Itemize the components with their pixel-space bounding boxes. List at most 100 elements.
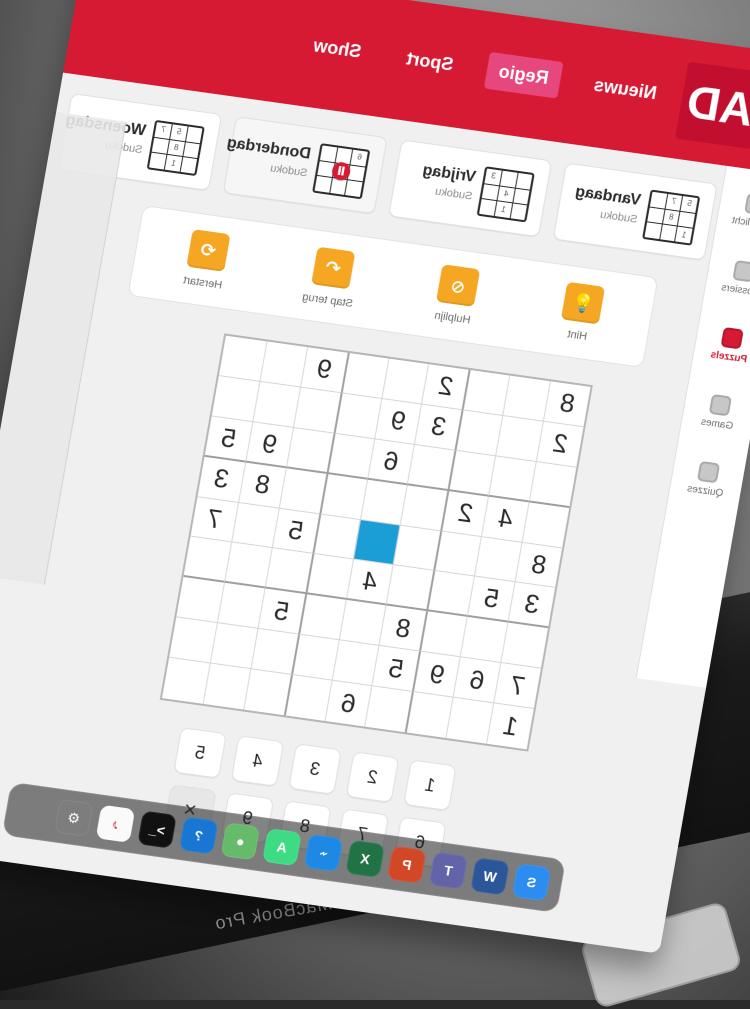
sudoku-cell[interactable]: 7 <box>190 497 238 543</box>
day-card[interactable]: 5 7 8 1 Vandaag Sudoku <box>553 163 718 261</box>
sudoku-cell[interactable]: 9 <box>300 347 348 393</box>
sudoku-cell[interactable] <box>495 416 543 462</box>
sudoku-cell[interactable] <box>419 611 467 657</box>
sudoku-cell[interactable] <box>500 623 548 669</box>
terminal-icon[interactable]: >_ <box>137 810 177 848</box>
sudoku-cell[interactable]: 5 <box>205 416 253 462</box>
sudoku-cell[interactable] <box>259 341 307 387</box>
tool-undo[interactable]: ↶ Stap terug <box>284 243 379 312</box>
sudoku-cell[interactable]: 8 <box>238 462 286 508</box>
sudoku-cell[interactable] <box>210 623 258 669</box>
sudoku-cell[interactable] <box>381 358 429 404</box>
sudoku-cell[interactable] <box>284 675 332 721</box>
xcode-icon[interactable]: ⌁ <box>304 834 344 872</box>
rail-item[interactable]: Games <box>688 386 748 452</box>
sudoku-cell[interactable]: 5 <box>257 589 305 635</box>
sudoku-cell[interactable]: 8 <box>379 606 427 652</box>
sudoku-cell[interactable] <box>183 537 231 583</box>
pad-button[interactable]: 1 <box>403 759 457 811</box>
powerpoint-icon[interactable]: P <box>387 846 427 884</box>
android-icon[interactable]: A <box>262 828 302 866</box>
sudoku-cell[interactable]: 3 <box>507 583 555 629</box>
tool-restart[interactable]: ⟲ Herstart <box>159 226 254 295</box>
sudoku-cell[interactable] <box>407 445 455 491</box>
sudoku-cell[interactable]: 5 <box>372 646 420 692</box>
tool-hint[interactable]: 💡 Hint <box>534 278 629 347</box>
sudoku-cell[interactable]: 9 <box>374 399 422 445</box>
sudoku-cell[interactable] <box>352 520 400 566</box>
sudoku-cell[interactable] <box>293 387 341 433</box>
sudoku-cell[interactable] <box>448 450 496 496</box>
sudoku-cell[interactable] <box>393 525 441 571</box>
rail-item[interactable]: Uitgelicht <box>723 185 750 251</box>
sudoku-cell[interactable] <box>474 537 522 583</box>
sudoku-cell[interactable]: 3 <box>414 404 462 450</box>
sudoku-cell[interactable]: 5 <box>271 508 319 554</box>
sudoku-cell[interactable] <box>305 554 353 600</box>
sudoku-cell[interactable]: 9 <box>245 422 293 468</box>
sudoku-cell[interactable] <box>434 531 482 577</box>
sudoku-cell[interactable]: 4 <box>481 496 529 542</box>
settings-icon[interactable]: ⚙ <box>54 799 94 837</box>
sudoku-cell[interactable] <box>488 456 536 502</box>
pad-button[interactable]: 3 <box>288 743 342 795</box>
sudoku-cell[interactable] <box>279 468 327 514</box>
sudoku-cell[interactable]: 8 <box>543 381 591 427</box>
rail-item[interactable]: Puzzels <box>700 319 750 385</box>
sudoku-cell[interactable]: 8 <box>515 542 563 588</box>
sudoku-cell[interactable] <box>219 336 267 382</box>
sudoku-cell[interactable] <box>426 571 474 617</box>
sudoku-cell[interactable]: 9 <box>412 652 460 698</box>
sudoku-cell[interactable] <box>243 669 291 715</box>
sudoku-cell[interactable] <box>462 370 510 416</box>
sudoku-cell[interactable] <box>176 577 224 623</box>
sudoku-cell[interactable] <box>312 514 360 560</box>
rail-item[interactable]: Quizzes <box>676 453 736 519</box>
sudoku-cell[interactable] <box>169 618 217 664</box>
sudoku-cell[interactable] <box>460 617 508 663</box>
sudoku-cell[interactable] <box>264 548 312 594</box>
pad-button[interactable]: 5 <box>173 727 227 779</box>
sudoku-cell[interactable] <box>162 658 210 704</box>
sudoku-cell[interactable] <box>291 635 339 681</box>
sudoku-cell[interactable] <box>319 474 367 520</box>
sudoku-cell[interactable] <box>286 428 334 474</box>
pad-button[interactable]: 2 <box>346 751 400 803</box>
sudoku-cell[interactable] <box>333 393 381 439</box>
day-card-selected[interactable]: 6 Ⅱ Donderdag Sudoku <box>223 116 388 214</box>
sudoku-cell[interactable] <box>365 686 413 732</box>
sudoku-cell[interactable] <box>400 485 448 531</box>
sudoku-cell[interactable] <box>224 543 272 589</box>
sudoku-cell[interactable] <box>252 382 300 428</box>
sudoku-cell[interactable] <box>331 640 379 686</box>
sudoku-cell[interactable] <box>250 629 298 675</box>
help-icon[interactable]: ? <box>179 816 219 854</box>
brand-logo[interactable]: AD <box>675 62 750 150</box>
music-icon[interactable]: ♪ <box>96 805 136 843</box>
sudoku-cell[interactable]: 2 <box>441 491 489 537</box>
sudoku-cell[interactable] <box>217 583 265 629</box>
sudoku-cell[interactable] <box>386 565 434 611</box>
sudoku-cell[interactable]: 6 <box>367 439 415 485</box>
sudoku-cell[interactable] <box>298 594 346 640</box>
sudoku-cell[interactable]: 2 <box>421 364 469 410</box>
sudoku-cell[interactable]: 4 <box>345 560 393 606</box>
sudoku-cell[interactable] <box>455 410 503 456</box>
day-card[interactable]: 3 4 1 Vrijdag Sudoku <box>388 139 553 237</box>
sudoku-cell[interactable]: 3 <box>197 456 245 502</box>
globe-icon[interactable]: ● <box>221 822 261 860</box>
sudoku-cell[interactable]: 1 <box>486 703 534 749</box>
sudoku-cell[interactable] <box>338 600 386 646</box>
sudoku-cell[interactable] <box>360 479 408 525</box>
sudoku-cell[interactable] <box>231 502 279 548</box>
sudoku-cell[interactable] <box>446 698 494 744</box>
sudoku-cell[interactable] <box>340 353 388 399</box>
tool-hulplijn[interactable]: ⦸ Hulplijn <box>409 261 504 330</box>
sudoku-cell[interactable] <box>405 692 453 738</box>
sudoku-cell[interactable] <box>522 502 570 548</box>
sudoku-cell[interactable] <box>529 462 577 508</box>
sudoku-cell[interactable] <box>203 664 251 710</box>
sudoku-cell[interactable]: 6 <box>324 681 372 727</box>
sudoku-cell[interactable]: 5 <box>467 577 515 623</box>
sudoku-cell[interactable]: 6 <box>453 657 501 703</box>
